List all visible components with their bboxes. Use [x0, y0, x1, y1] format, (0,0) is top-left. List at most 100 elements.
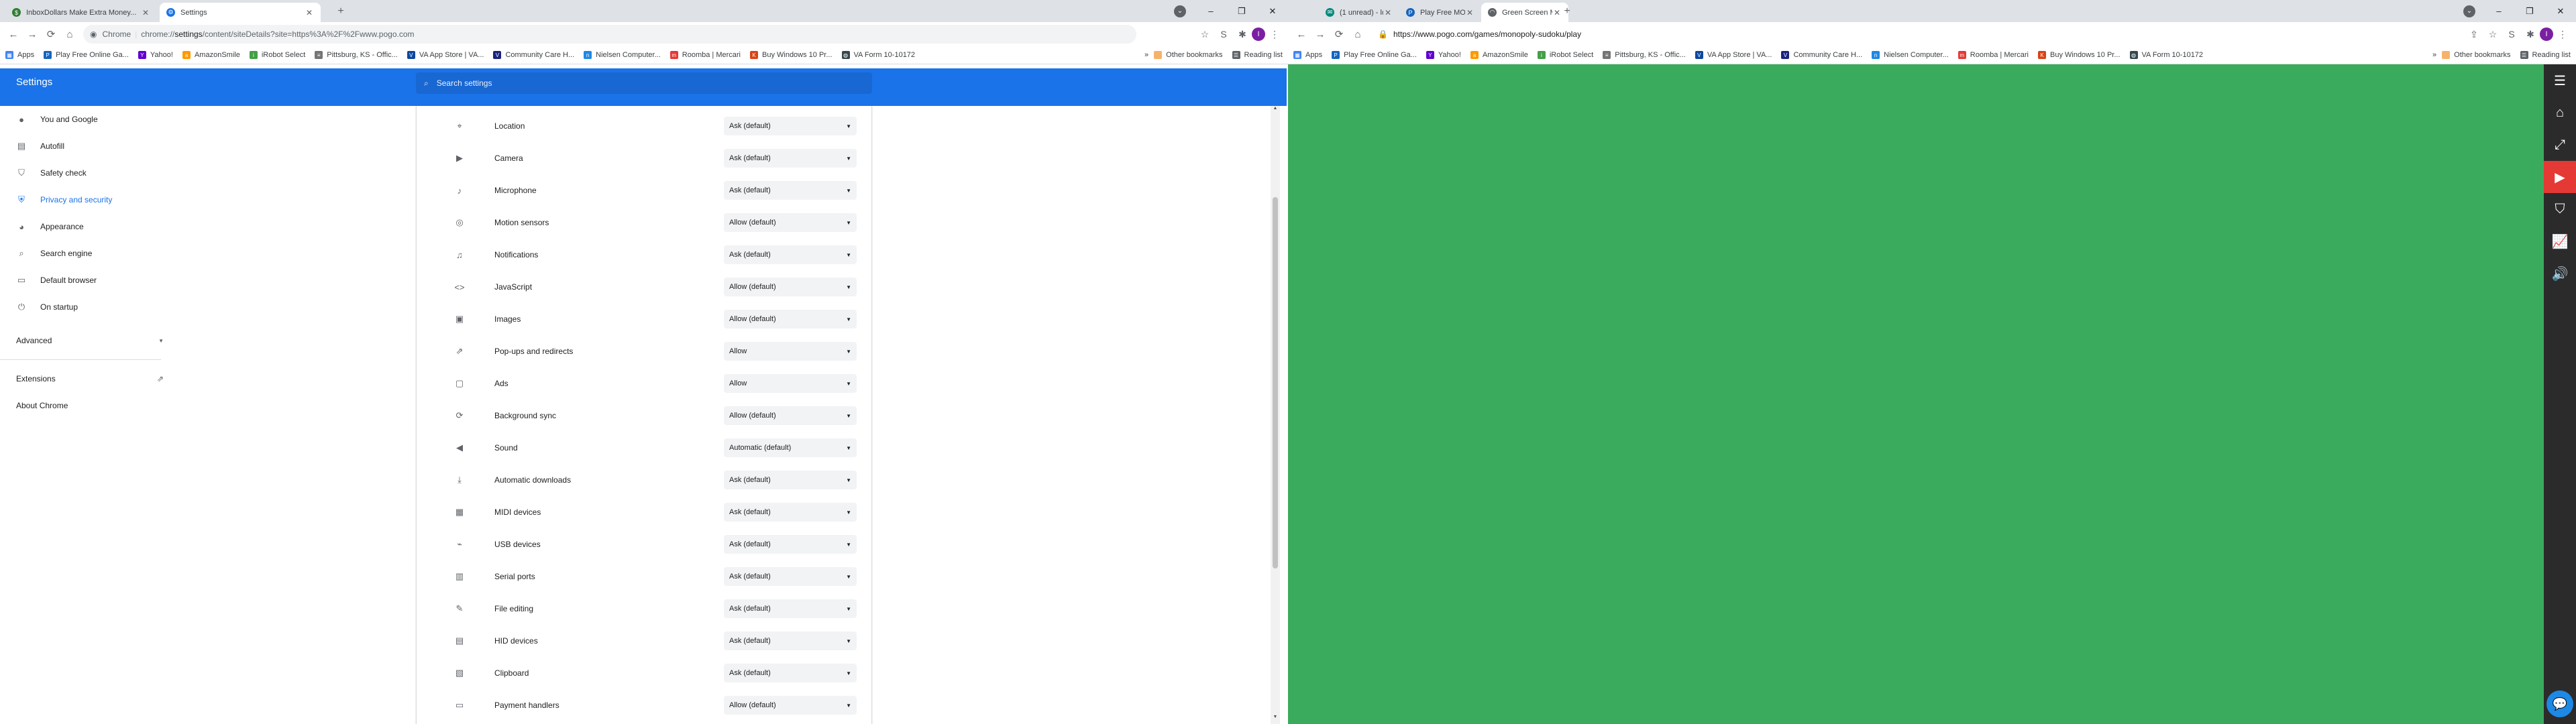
- back-button[interactable]: ←: [1292, 25, 1311, 44]
- permission-select[interactable]: Ask (default) ▼: [724, 631, 857, 650]
- reload-button[interactable]: ⟳: [1330, 25, 1348, 44]
- new-tab-button[interactable]: +: [1560, 5, 1574, 19]
- permission-select[interactable]: Allow (default) ▼: [724, 278, 857, 296]
- play-icon[interactable]: ▶: [2544, 161, 2576, 193]
- sidebar-item-advanced[interactable]: Advanced ▼: [0, 327, 174, 354]
- bookmark-item[interactable]: P Play Free Online Ga...: [1332, 51, 1417, 59]
- extension-s-icon[interactable]: S: [1214, 25, 1233, 44]
- sidebar-item-about-chrome[interactable]: About Chrome: [0, 392, 174, 419]
- permission-select[interactable]: Ask (default) ▼: [724, 117, 857, 135]
- bookmark-item[interactable]: ◍ VA Form 10-10172: [841, 51, 915, 59]
- chat-icon[interactable]: 💬: [2546, 690, 2573, 717]
- sidebar-item-you-and-google[interactable]: ● You and Google: [0, 106, 174, 133]
- bookmark-item[interactable]: ▦ Apps: [1293, 51, 1322, 59]
- bookmark-item[interactable]: n Nielsen Computer...: [584, 51, 661, 59]
- new-tab-button[interactable]: +: [334, 5, 347, 19]
- bookmark-star-icon[interactable]: ☆: [2483, 25, 2502, 44]
- scrollbar-thumb[interactable]: [1273, 197, 1278, 568]
- forward-button[interactable]: →: [23, 25, 42, 44]
- bookmark-item[interactable]: V Community Care H...: [493, 51, 574, 59]
- bookmark-item[interactable]: K Buy Windows 10 Pr...: [749, 51, 833, 59]
- close-icon[interactable]: ✕: [1383, 8, 1393, 17]
- close-icon[interactable]: ✕: [141, 8, 150, 17]
- restore-button[interactable]: ❐: [2514, 0, 2545, 22]
- close-window-button[interactable]: ✕: [2545, 0, 2576, 22]
- permission-select[interactable]: Ask (default) ▼: [724, 664, 857, 682]
- avatar[interactable]: I: [1252, 27, 1265, 41]
- tab-search-icon[interactable]: ⌄: [1174, 5, 1186, 17]
- bookmark-item[interactable]: K Buy Windows 10 Pr...: [2037, 51, 2121, 59]
- permission-select[interactable]: Ask (default) ▼: [724, 567, 857, 586]
- scroll-up-arrow-icon[interactable]: ▲: [1271, 106, 1280, 115]
- permission-select[interactable]: Allow ▼: [724, 374, 857, 393]
- tab-inboxdollars[interactable]: $ InboxDollars Make Extra Money... ✕: [5, 3, 157, 22]
- bookmarks-overflow-icon[interactable]: »: [2432, 51, 2436, 59]
- extensions-puzzle-icon[interactable]: ✱: [1233, 25, 1252, 44]
- bookmark-item[interactable]: Y Yahoo!: [1426, 51, 1461, 59]
- menu-icon[interactable]: ☰: [2544, 64, 2576, 97]
- tab-pogo-sudoku[interactable]: P Play Free MONOPOLY Sudoku |... ✕: [1399, 3, 1481, 22]
- other-bookmarks[interactable]: Other bookmarks: [2442, 51, 2511, 59]
- bookmark-item[interactable]: m Roomba | Mercari: [669, 51, 741, 59]
- scroll-down-arrow-icon[interactable]: ▼: [1271, 715, 1280, 724]
- bookmark-item[interactable]: a AmazonSmile: [182, 51, 240, 59]
- bookmark-item[interactable]: a AmazonSmile: [1470, 51, 1528, 59]
- address-bar[interactable]: 🔒 https://www.pogo.com/games/monopoly-su…: [1371, 25, 2424, 44]
- home-button[interactable]: ⌂: [60, 25, 79, 44]
- menu-kebab-icon[interactable]: ⋮: [2553, 25, 2572, 44]
- bookmark-item[interactable]: i iRobot Select: [249, 51, 305, 59]
- extension-s-icon[interactable]: S: [2502, 25, 2521, 44]
- bookmark-item[interactable]: n Nielsen Computer...: [1872, 51, 1949, 59]
- other-bookmarks[interactable]: Other bookmarks: [1154, 51, 1223, 59]
- game-canvas[interactable]: [1288, 64, 2576, 724]
- minimize-button[interactable]: –: [2483, 0, 2514, 22]
- home-button[interactable]: ⌂: [1348, 25, 1367, 44]
- sidebar-item-on-startup[interactable]: ⏻ On startup: [0, 294, 174, 320]
- avatar[interactable]: I: [2540, 27, 2553, 41]
- bookmark-item[interactable]: Y Yahoo!: [138, 51, 173, 59]
- bookmark-item[interactable]: V Community Care H...: [1781, 51, 1862, 59]
- close-window-button[interactable]: ✕: [1257, 0, 1288, 22]
- share-icon[interactable]: ⇪: [2465, 25, 2483, 44]
- bookmark-item[interactable]: i iRobot Select: [1537, 51, 1593, 59]
- close-icon[interactable]: ✕: [305, 8, 314, 17]
- stats-chart-icon[interactable]: 📈: [2544, 225, 2576, 257]
- restore-button[interactable]: ❐: [1226, 0, 1257, 22]
- permission-select[interactable]: Ask (default) ▼: [724, 149, 857, 168]
- back-button[interactable]: ←: [4, 25, 23, 44]
- bookmark-item[interactable]: P Play Free Online Ga...: [44, 51, 129, 59]
- bookmark-item[interactable]: V VA App Store | VA...: [407, 51, 484, 59]
- menu-kebab-icon[interactable]: ⋮: [1265, 25, 1284, 44]
- volume-icon[interactable]: 🔊: [2544, 257, 2576, 290]
- address-bar[interactable]: ◉ Chrome | chrome://settings/content/sit…: [83, 25, 1136, 44]
- reading-list[interactable]: ☰ Reading list: [2520, 51, 2571, 59]
- bookmark-star-icon[interactable]: ☆: [1195, 25, 1214, 44]
- bookmark-item[interactable]: ▦ Apps: [5, 51, 34, 59]
- extensions-puzzle-icon[interactable]: ✱: [2521, 25, 2540, 44]
- permission-select[interactable]: Allow ▼: [724, 342, 857, 361]
- permission-select[interactable]: Automatic (default) ▼: [724, 438, 857, 457]
- tab-settings[interactable]: ⚙ Settings ✕: [160, 3, 321, 22]
- bookmark-item[interactable]: ◍ VA Form 10-10172: [2129, 51, 2203, 59]
- permission-select[interactable]: Ask (default) ▼: [724, 181, 857, 200]
- sidebar-item-extensions[interactable]: Extensions ⇗: [0, 365, 174, 392]
- sidebar-item-appearance[interactable]: ◕ Appearance: [0, 213, 174, 240]
- permission-select[interactable]: Allow (default) ▼: [724, 213, 857, 232]
- permission-select[interactable]: Ask (default) ▼: [724, 503, 857, 522]
- fullscreen-icon[interactable]: ⤢: [2544, 129, 2576, 161]
- bookmark-item[interactable]: ≡ Pittsburg, KS - Offic...: [1603, 51, 1686, 59]
- bookmark-item[interactable]: V VA App Store | VA...: [1695, 51, 1772, 59]
- permission-select[interactable]: Allow (default) ▼: [724, 406, 857, 425]
- permission-select[interactable]: Allow (default) ▼: [724, 696, 857, 715]
- tab-green-screen[interactable]: ◠ Green Screen Monopoly Soduku ✕: [1481, 3, 1568, 22]
- reading-list[interactable]: ☰ Reading list: [1232, 51, 1283, 59]
- sidebar-item-privacy-and-security[interactable]: ⛨ Privacy and security: [0, 186, 174, 213]
- sidebar-item-search-engine[interactable]: ⌕ Search engine: [0, 240, 174, 267]
- tab-mail[interactable]: ✉ (1 unread) - ldwjr@sbcglobal.net ✕: [1319, 3, 1399, 22]
- sidebar-item-safety-check[interactable]: ⛉ Safety check: [0, 160, 174, 186]
- reload-button[interactable]: ⟳: [42, 25, 60, 44]
- bookmark-item[interactable]: m Roomba | Mercari: [1957, 51, 2029, 59]
- permission-select[interactable]: Ask (default) ▼: [724, 599, 857, 618]
- permission-select[interactable]: Ask (default) ▼: [724, 471, 857, 489]
- close-icon[interactable]: ✕: [1465, 8, 1474, 17]
